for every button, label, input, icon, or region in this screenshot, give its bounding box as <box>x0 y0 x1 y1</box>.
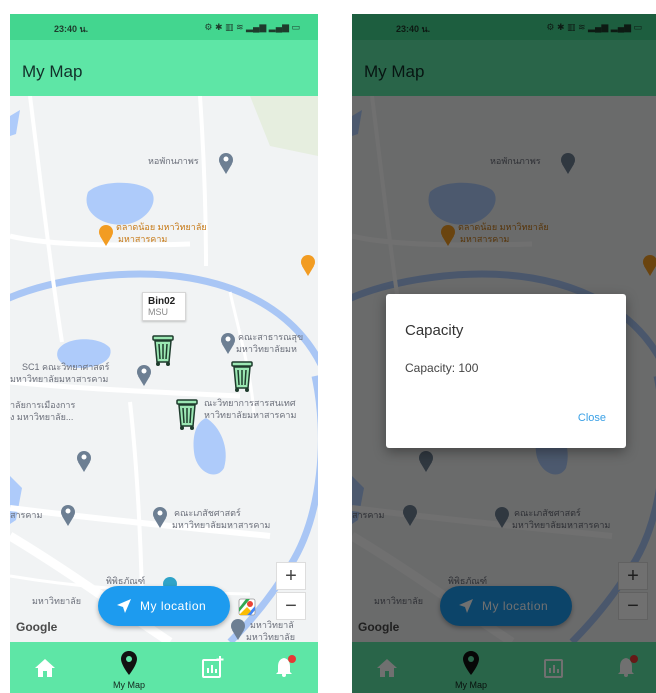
nav-my-map[interactable]: My Map <box>113 642 145 693</box>
page-title: My Map <box>22 62 83 81</box>
my-location-button[interactable]: My location <box>98 586 230 626</box>
bottom-navigation: My Map <box>10 642 318 693</box>
map-label-sarakham: สารคาม <box>10 510 43 520</box>
phone-screen-capacity-dialog: 23:40 น. ⚙ ✱ ▥ ≋ ▂▄▆ ▂▄▆ ▭ My Map <box>352 14 656 693</box>
map-label-sc1-2: มหาวิทยาลัยมหาสารคาม <box>10 374 109 384</box>
map-label-bottom-right: มหาวิทยาลั <box>250 620 294 630</box>
trash-bin-marker-icon[interactable] <box>230 358 254 394</box>
close-button[interactable]: Close <box>578 412 606 424</box>
map-label-politics-2: ง มหาวิทยาลัย... <box>10 412 74 422</box>
status-time: 23:40 น. <box>54 24 89 34</box>
app-bar: My Map <box>10 40 318 96</box>
nav-add-chart[interactable] <box>202 642 224 693</box>
my-location-label: My location <box>140 599 207 613</box>
map-label-politics: าลัยการเมืองการ <box>10 400 76 410</box>
navigation-arrow-icon <box>117 599 131 613</box>
nav-notifications[interactable] <box>274 642 296 693</box>
zoom-out-button[interactable]: − <box>276 592 306 620</box>
status-icons: ⚙ ✱ ▥ ≋ ▂▄▆ ▂▄▆ ▭ <box>204 22 300 32</box>
trash-bin-marker-icon[interactable] <box>175 396 199 432</box>
map-label-public-health-2: มหาวิทยาลัยมห <box>236 344 297 354</box>
map-label-sc1: SC1 คณะวิทยาศาสตร์ <box>22 362 110 372</box>
trash-bin-marker-icon[interactable] <box>151 332 175 368</box>
marker-title: Bin02 <box>148 296 176 307</box>
status-bar: 23:40 น. ⚙ ✱ ▥ ≋ ▂▄▆ ▂▄▆ ▭ <box>10 14 318 40</box>
map-label-it-2: หาวิทยาลัยมหาสารคาม <box>204 410 297 420</box>
map-label-arts-2: มหาวิทยาลัยมหาสารคาม <box>172 520 271 530</box>
bell-icon <box>276 655 296 677</box>
map-label-market-2: มหาสารคาม <box>118 234 168 244</box>
map-label-university: มหาวิทยาลัย <box>32 596 82 606</box>
map-label-market: ตลาดน้อย มหาวิทยาลัย <box>116 222 207 232</box>
map-label-public-health: คณะสาธารณสุข <box>238 332 304 342</box>
dialog-title: Capacity <box>405 322 464 339</box>
add-chart-icon <box>202 656 224 678</box>
home-icon <box>35 659 55 677</box>
dialog-body: Capacity: 100 <box>405 361 479 375</box>
marker-info-window[interactable]: Bin02 MSU <box>142 292 186 321</box>
map-view[interactable]: หอพักนภาพร ตลาดน้อย มหาวิทยาลัย มหาสารคา… <box>10 96 318 642</box>
map-pin-icon <box>121 651 137 675</box>
map-label-it: ณะวิทยาการสารสนเทศ <box>204 398 296 408</box>
zoom-in-button[interactable]: + <box>276 562 306 590</box>
nav-home[interactable] <box>34 642 56 693</box>
phone-screen-map: 23:40 น. ⚙ ✱ ▥ ≋ ▂▄▆ ▂▄▆ ▭ My Map หอพักน… <box>10 14 318 693</box>
map-label-dorm: หอพักนภาพร <box>148 156 199 166</box>
google-maps-icon[interactable] <box>238 598 256 616</box>
marker-subtitle: MSU <box>148 307 168 317</box>
capacity-dialog: Capacity Capacity: 100 Close <box>386 294 626 448</box>
map-label-arts: คณะเภสัชศาสตร์ <box>174 508 241 518</box>
map-label-bottom-right-2: มหาวิทยาลัย <box>246 632 296 642</box>
nav-my-map-label: My Map <box>112 680 145 690</box>
google-attribution: Google <box>16 620 58 634</box>
